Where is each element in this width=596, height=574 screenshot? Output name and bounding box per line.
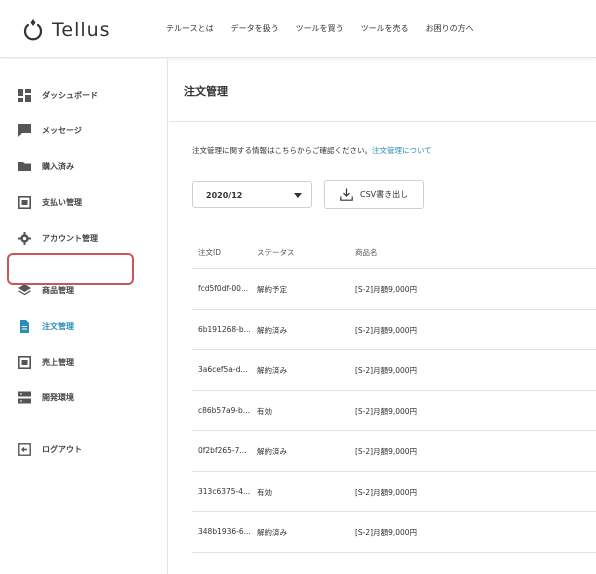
payment-icon: [18, 195, 31, 209]
sidebar-item-label: 売上管理: [42, 357, 74, 367]
info-link[interactable]: 注文管理について: [372, 146, 432, 155]
page-title: 注文管理: [184, 85, 228, 98]
order-id: 0f2bf265-7...: [198, 446, 247, 455]
folder-icon: [18, 161, 31, 171]
sidebar-item-payments[interactable]: 支払い管理: [18, 194, 82, 210]
sidebar-item-logout[interactable]: ログアウト: [18, 441, 82, 457]
order-status: 解約済み: [257, 528, 287, 537]
product-name: [S-2]月額9,000円: [355, 487, 418, 497]
download-icon: [340, 188, 353, 201]
order-id: c86b57a9-b...: [198, 405, 250, 415]
layers-icon: [18, 283, 31, 295]
csv-export-label: CSV書き出し: [360, 190, 409, 199]
product-name: [S-2]月額9,000円: [355, 447, 418, 456]
table-header: 注文ID ステータス 商品名: [192, 235, 596, 269]
sidebar-item-label: 開発環境: [42, 392, 74, 402]
sidebar: ダッシュボード メッセージ 購入済み 支払い管理 アカウント管理 商品管理 注文…: [0, 59, 168, 574]
top-nav: テルースとは データを扱う ツールを買う ツールを売る お困りの方へ: [166, 23, 491, 34]
logo[interactable]: Tellus: [22, 16, 111, 44]
month-select[interactable]: 2020/12: [192, 181, 312, 208]
order-status: 有効: [257, 406, 272, 416]
month-value: 2020/12: [206, 191, 243, 200]
nav-help[interactable]: お困りの方へ: [426, 23, 474, 34]
order-id: 3a6cef5a-d...: [198, 365, 248, 374]
document-icon: [20, 319, 29, 333]
sidebar-item-orders[interactable]: 注文管理: [18, 318, 74, 334]
table-row[interactable]: 313c6375-4... 有効 [S-2]月額9,000円: [192, 472, 596, 512]
table-row[interactable]: 348b1936-6... 解約済み [S-2]月額9,000円: [192, 512, 596, 553]
sidebar-item-label: 支払い管理: [42, 197, 82, 207]
order-id: 348b1936-6...: [198, 527, 251, 536]
product-name: [S-2]月額9,000円: [355, 366, 418, 375]
csv-export-button[interactable]: CSV書き出し: [324, 180, 424, 209]
order-status: 解約済み: [257, 325, 287, 335]
product-name: [S-2]月額9,000円: [355, 285, 418, 294]
main-content: 注文管理 注文管理に関する情報はこちらからご確認ください。注文管理について 20…: [169, 59, 596, 574]
table-row[interactable]: 0f2bf265-7... 解約済み [S-2]月額9,000円: [192, 431, 596, 472]
product-name: [S-2]月額9,000円: [355, 528, 418, 537]
sidebar-item-label: 商品管理: [42, 285, 74, 295]
sidebar-item-label: 注文管理: [42, 321, 74, 331]
sidebar-item-dashboard[interactable]: ダッシュボード: [18, 87, 98, 103]
top-header: Tellus テルースとは データを扱う ツールを買う ツールを売る お困りの方…: [0, 0, 596, 58]
order-id: 6b191268-b...: [198, 324, 251, 334]
dashboard-icon: [18, 88, 31, 102]
nav-buy-tools[interactable]: ツールを買う: [296, 23, 344, 34]
product-name: [S-2]月額9,000円: [355, 406, 418, 416]
message-icon: [18, 123, 31, 137]
active-item-highlight: [7, 253, 134, 285]
order-status: 解約済み: [257, 447, 287, 456]
nav-about[interactable]: テルースとは: [166, 23, 214, 34]
sidebar-item-label: ダッシュボード: [42, 90, 98, 100]
column-header-product: 商品名: [355, 248, 378, 257]
product-name: [S-2]月額9,000円: [355, 325, 418, 335]
column-header-status: ステータス: [257, 248, 295, 257]
divider: [169, 121, 596, 122]
sidebar-item-label: メッセージ: [42, 125, 82, 135]
sidebar-item-dev-env[interactable]: 開発環境: [18, 389, 74, 405]
order-id: fcd5f0df-00...: [198, 284, 249, 293]
sidebar-item-label: ログアウト: [42, 444, 82, 454]
sidebar-item-sales[interactable]: 売上管理: [18, 354, 74, 370]
order-status: 解約済み: [257, 366, 287, 375]
info-message: 注文管理に関する情報はこちらからご確認ください。: [192, 146, 372, 155]
info-text: 注文管理に関する情報はこちらからご確認ください。注文管理について: [192, 145, 432, 156]
server-icon: [18, 391, 31, 403]
sidebar-item-label: 購入済み: [42, 161, 74, 171]
sidebar-item-purchased[interactable]: 購入済み: [18, 158, 74, 174]
orders-table: 注文ID ステータス 商品名 fcd5f0df-00... 解約予定 [S-2]…: [192, 235, 596, 553]
logo-text: Tellus: [52, 19, 111, 41]
chevron-down-icon: [294, 193, 302, 198]
table-row[interactable]: fcd5f0df-00... 解約予定 [S-2]月額9,000円: [192, 269, 596, 310]
table-row[interactable]: 6b191268-b... 解約済み [S-2]月額9,000円: [192, 310, 596, 350]
order-status: 有効: [257, 487, 272, 497]
logout-icon: [18, 442, 31, 456]
sidebar-item-messages[interactable]: メッセージ: [18, 122, 82, 138]
sales-icon: [18, 355, 31, 369]
table-row[interactable]: 3a6cef5a-d... 解約済み [S-2]月額9,000円: [192, 350, 596, 391]
sidebar-item-label: アカウント管理: [42, 233, 98, 243]
nav-sell-tools[interactable]: ツールを売る: [361, 23, 409, 34]
table-row[interactable]: c86b57a9-b... 有効 [S-2]月額9,000円: [192, 391, 596, 431]
logo-mark-icon: [23, 19, 43, 41]
sidebar-item-account[interactable]: アカウント管理: [18, 230, 98, 246]
nav-data[interactable]: データを扱う: [231, 23, 279, 34]
column-header-order-id: 注文ID: [198, 248, 221, 257]
order-status: 解約予定: [257, 285, 287, 294]
order-id: 313c6375-4...: [198, 486, 251, 496]
gear-icon: [18, 231, 31, 245]
